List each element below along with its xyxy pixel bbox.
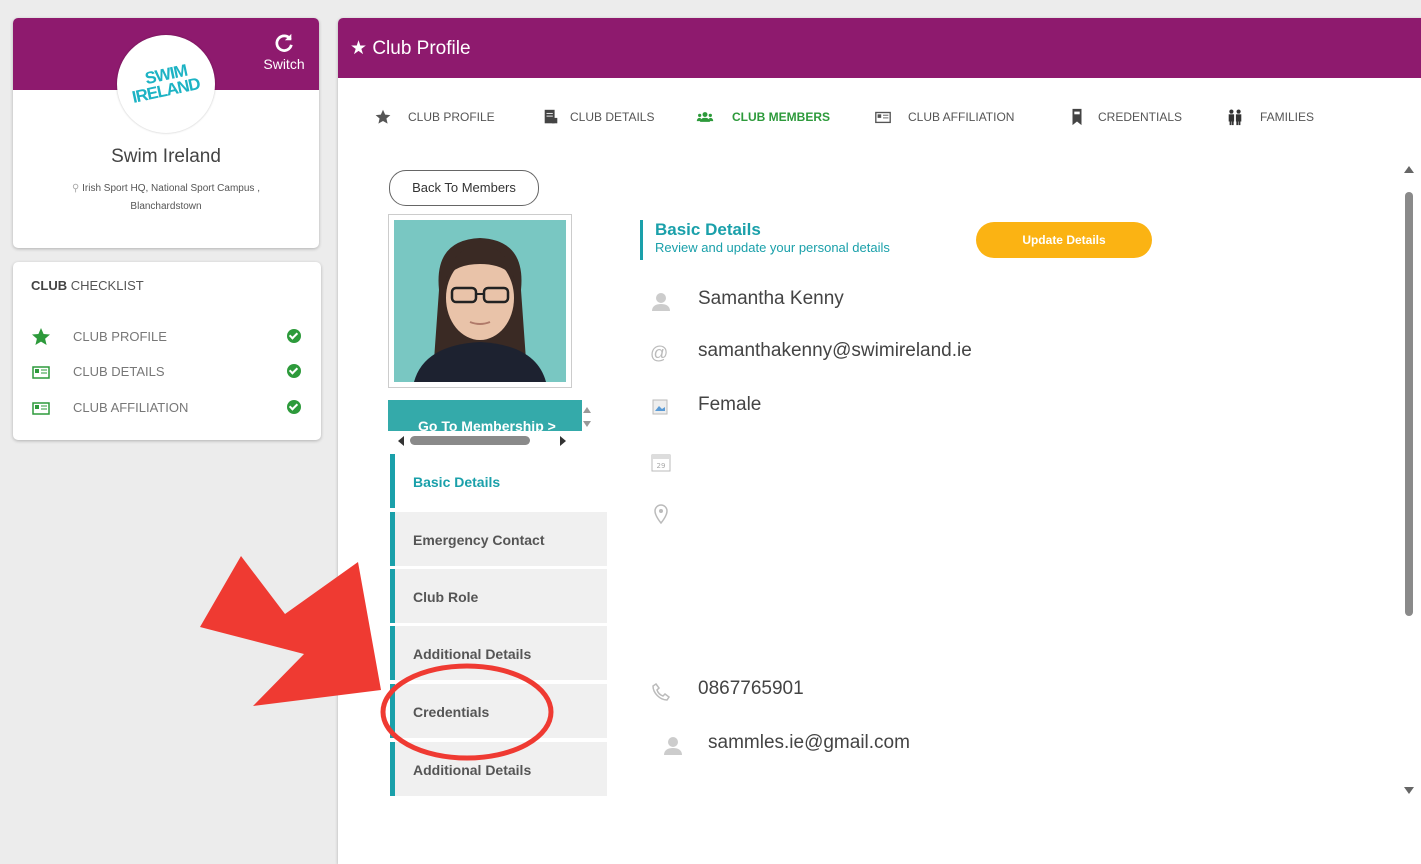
red-arrow-annotation xyxy=(200,556,381,706)
red-circle-annotation xyxy=(380,663,554,761)
annotation-overlay xyxy=(200,556,554,761)
